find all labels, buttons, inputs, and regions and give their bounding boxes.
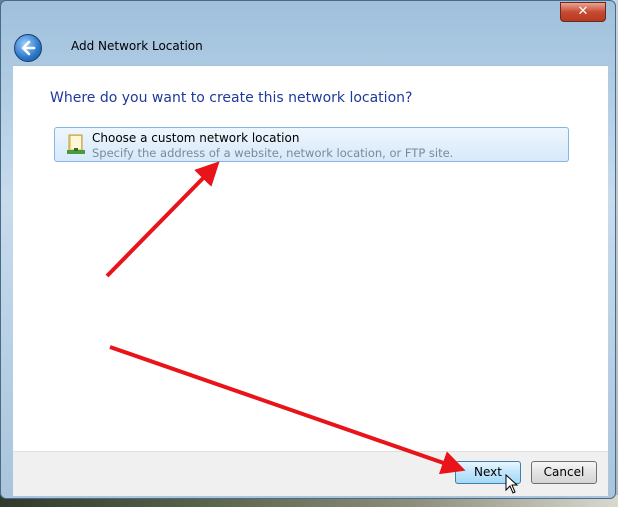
arrow-to-option [105, 161, 220, 278]
arrow-to-next [109, 345, 466, 475]
mouse-cursor-icon [505, 474, 519, 494]
annotation-arrows [105, 161, 466, 475]
